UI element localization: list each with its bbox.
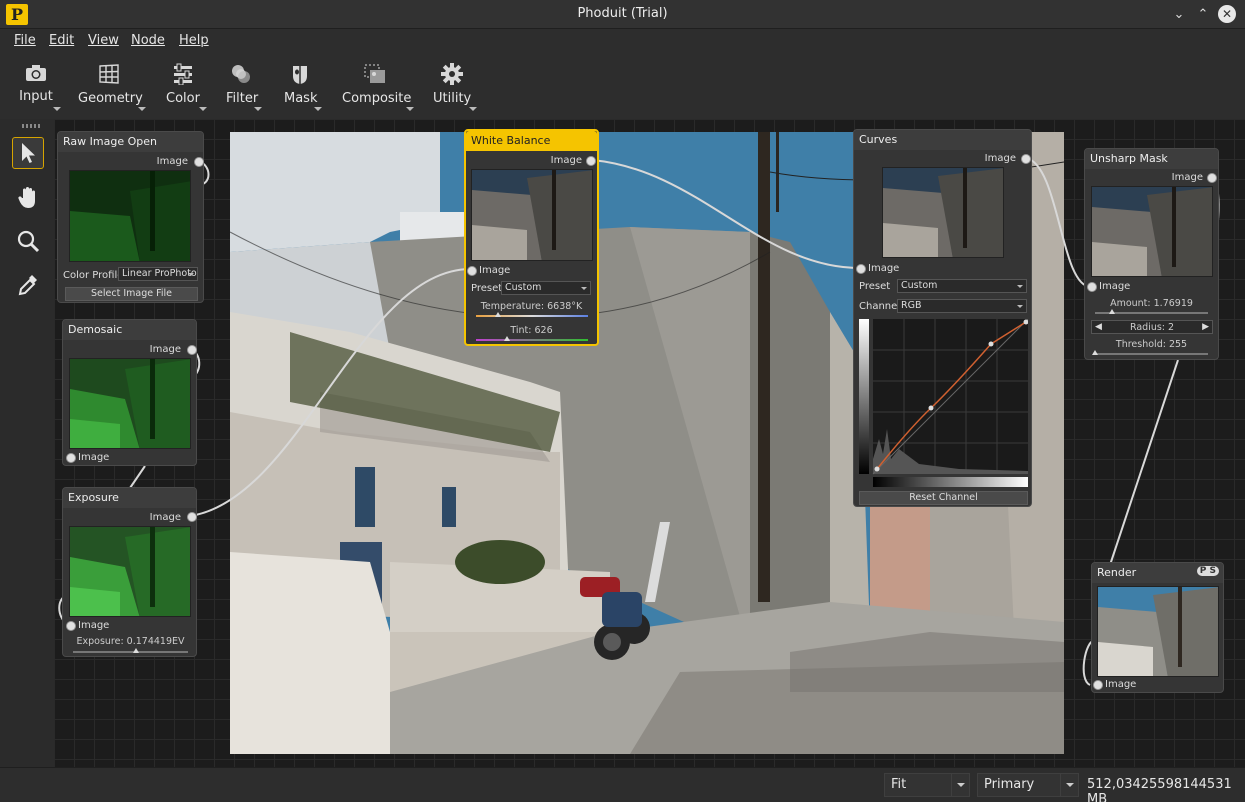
node-thumbnail — [882, 167, 1004, 258]
demosaic-thumbnail-image — [70, 359, 190, 448]
output-port[interactable] — [1207, 173, 1217, 183]
node-title: White Balance — [466, 131, 597, 151]
output-port[interactable] — [187, 512, 197, 522]
view-select[interactable]: Primary — [977, 773, 1079, 797]
output-port-label: Image — [550, 155, 582, 166]
exposure-slider-handle[interactable] — [133, 648, 140, 653]
link-curves-unsharp — [1025, 157, 1092, 288]
input-port-label: Image — [1105, 679, 1137, 690]
node-demosaic[interactable]: Demosaic Image Image — [62, 319, 197, 466]
app-window: P Phoduit (Trial) ⌄ ⌃ ✕ File Edit View N… — [0, 0, 1245, 802]
temperature-slider[interactable] — [476, 315, 588, 317]
increment-icon[interactable]: ▶ — [1202, 322, 1209, 332]
node-white-balance[interactable]: White Balance Image Image Preset Custom … — [464, 129, 599, 346]
amount-slider-label: Amount: 1.76919 — [1110, 298, 1193, 309]
node-title: Exposure — [63, 488, 196, 508]
node-thumbnail — [69, 526, 191, 617]
output-port-label: Image — [156, 156, 188, 167]
preset-label: Preset — [471, 283, 503, 294]
white-balance-thumbnail-image — [472, 170, 592, 260]
output-port[interactable] — [194, 157, 204, 167]
output-port[interactable] — [586, 156, 596, 166]
select-image-file-button[interactable]: Select Image File — [65, 287, 198, 301]
node-curves[interactable]: Curves Image Image Preset Custom Channel… — [853, 129, 1032, 507]
node-thumbnail — [1091, 186, 1213, 277]
output-port[interactable] — [1021, 154, 1031, 164]
color-profile-label: Color Profile — [63, 270, 124, 281]
node-thumbnail — [69, 170, 191, 262]
input-port[interactable] — [66, 621, 76, 631]
chevron-down-icon — [1060, 774, 1078, 796]
memory-usage: 512,03425598144531 MB — [1087, 777, 1232, 802]
output-port-label: Image — [984, 153, 1016, 164]
raw-thumbnail-image — [70, 171, 190, 261]
node-render[interactable]: Render P S Image — [1091, 562, 1224, 693]
node-title: Unsharp Mask — [1085, 149, 1218, 169]
input-port-label: Image — [1099, 281, 1131, 292]
exposure-thumbnail-image — [70, 527, 190, 616]
input-port[interactable] — [66, 453, 76, 463]
color-profile-select[interactable]: Linear ProPhoto — [118, 267, 198, 281]
exposure-slider[interactable] — [73, 651, 188, 653]
ps-badge-icon: P S — [1196, 566, 1219, 576]
render-thumbnail-image — [1098, 587, 1218, 676]
threshold-slider-handle[interactable] — [1092, 350, 1098, 355]
output-port[interactable] — [187, 345, 197, 355]
node-unsharp-mask[interactable]: Unsharp Mask Image Image Amount: 1.76919… — [1084, 148, 1219, 360]
input-port[interactable] — [856, 264, 866, 274]
zoom-select[interactable]: Fit — [884, 773, 970, 797]
node-title: Demosaic — [63, 320, 196, 340]
temperature-slider-handle[interactable] — [495, 312, 502, 317]
node-exposure[interactable]: Exposure Image Image Exposure: 0.174419E… — [62, 487, 197, 657]
output-port-label: Image — [149, 512, 181, 523]
exposure-slider-label: Exposure: 0.174419EV — [76, 636, 185, 647]
input-port-label: Image — [78, 452, 110, 463]
amount-slider-handle[interactable] — [1108, 309, 1115, 314]
link-demosaic-exposure-b — [129, 465, 146, 489]
temperature-slider-label: Temperature: 6638°K — [480, 301, 583, 312]
tint-slider-handle[interactable] — [504, 336, 511, 341]
input-port-label: Image — [868, 263, 900, 274]
input-port[interactable] — [1093, 680, 1103, 690]
reset-channel-button[interactable]: Reset Channel — [859, 491, 1028, 505]
threshold-slider-label: Threshold: 255 — [1115, 339, 1188, 350]
tint-slider[interactable] — [476, 339, 588, 341]
tint-slider-label: Tint: 626 — [510, 325, 553, 336]
radius-spinner[interactable]: ◀ Radius: 2 ▶ — [1091, 320, 1213, 334]
input-port[interactable] — [1087, 282, 1097, 292]
radius-value: Radius: 2 — [1129, 322, 1175, 333]
preset-label: Preset — [859, 281, 891, 292]
preset-select[interactable]: Custom — [897, 279, 1027, 293]
output-port-label: Image — [1171, 172, 1203, 183]
threshold-slider[interactable] — [1095, 353, 1208, 355]
input-port[interactable] — [467, 266, 477, 276]
curve-editor[interactable] — [859, 318, 1029, 487]
curve-graph — [859, 318, 1029, 487]
link-whitebalance-curves — [591, 159, 861, 269]
link-unsharp-render — [1109, 359, 1179, 566]
link-exposure-whitebalance — [189, 268, 472, 517]
unsharp-thumbnail-image — [1092, 187, 1212, 276]
channel-label: Channel — [859, 301, 901, 312]
node-title: Curves — [854, 130, 1031, 150]
node-raw-image-open[interactable]: Raw Image Open Image Color Profile Linea… — [57, 131, 204, 303]
preset-select[interactable]: Custom — [501, 281, 591, 295]
zoom-value: Fit — [891, 777, 907, 792]
node-thumbnail — [471, 169, 593, 261]
node-thumbnail — [1097, 586, 1219, 677]
node-thumbnail — [69, 358, 191, 449]
status-bar: Fit Primary 512,03425598144531 MB — [0, 767, 1245, 802]
node-title: Raw Image Open — [58, 132, 203, 152]
output-port-label: Image — [149, 344, 181, 355]
input-port-label: Image — [479, 265, 511, 276]
channel-select[interactable]: RGB — [897, 299, 1027, 313]
chevron-down-icon — [951, 774, 969, 796]
input-port-label: Image — [78, 620, 110, 631]
view-value: Primary — [984, 777, 1035, 792]
curves-thumbnail-image — [883, 168, 1003, 257]
